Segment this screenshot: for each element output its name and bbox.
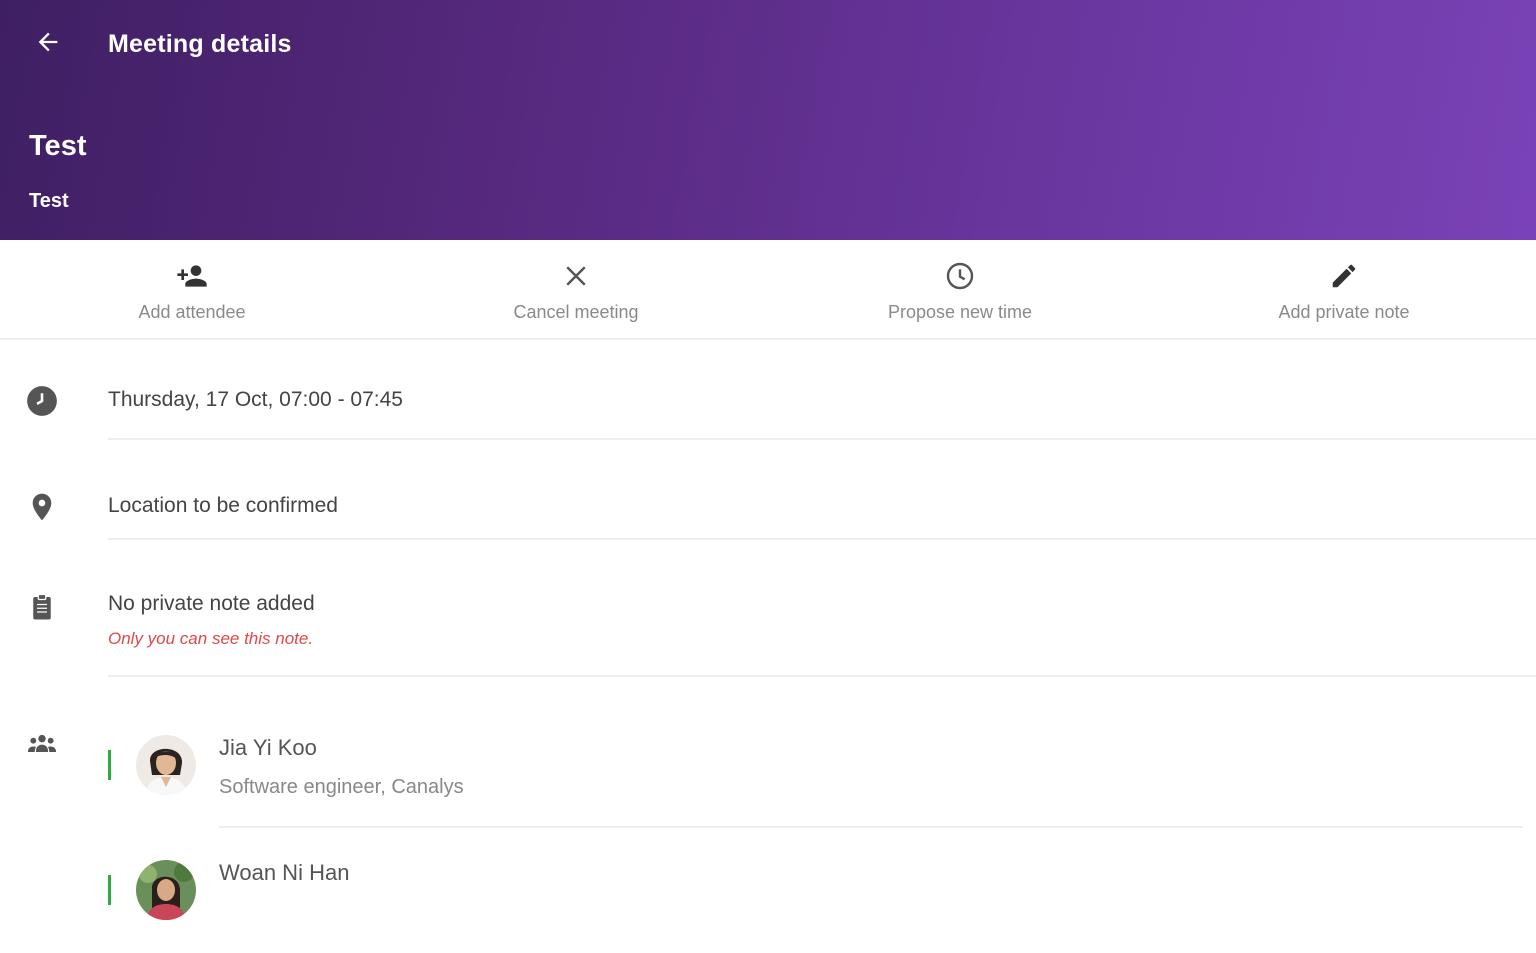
attendee-row[interactable]: Woan Ni Han — [0, 853, 1536, 953]
add-attendee-label: Add attendee — [138, 302, 246, 322]
cancel-meeting-label: Cancel meeting — [513, 302, 639, 322]
back-button[interactable] — [28, 24, 68, 64]
propose-new-time-label: Propose new time — [887, 302, 1033, 322]
meeting-subtitle: Test — [29, 190, 69, 212]
avatar — [136, 735, 196, 795]
add-private-note-button[interactable]: Add private note — [1152, 240, 1536, 338]
private-note-hint: Only you can see this note. — [108, 629, 314, 648]
divider — [108, 675, 1536, 677]
add-person-icon — [176, 260, 208, 292]
clock-filled-icon — [24, 383, 60, 419]
attendee-status-indicator — [108, 875, 111, 905]
cancel-meeting-button[interactable]: Cancel meeting — [384, 240, 768, 338]
action-toolbar: Add attendee Cancel meeting Propose new … — [0, 240, 1536, 340]
arrow-left-icon — [34, 28, 62, 61]
attendee-role: Software engineer, Canalys — [219, 776, 464, 798]
private-note-row[interactable]: No private note added Only you can see t… — [0, 540, 1536, 678]
close-icon — [560, 260, 592, 292]
clipboard-icon — [24, 589, 60, 625]
propose-new-time-button[interactable]: Propose new time — [768, 240, 1152, 338]
add-attendee-button[interactable]: Add attendee — [0, 240, 384, 338]
attendee-name: Jia Yi Koo — [219, 735, 317, 760]
attendee-row[interactable]: Jia Yi Koo Software engineer, Canalys — [0, 728, 1536, 828]
add-private-note-label: Add private note — [1278, 302, 1410, 322]
header-bar: Meeting details Test Test — [0, 0, 1536, 240]
clock-icon — [944, 260, 976, 292]
meeting-title: Test — [29, 130, 87, 162]
avatar — [136, 860, 196, 920]
datetime-row: Thursday, 17 Oct, 07:00 - 07:45 — [0, 340, 1536, 440]
page-title: Meeting details — [108, 30, 292, 58]
private-note-text: No private note added — [108, 592, 315, 615]
meeting-location: Location to be confirmed — [108, 494, 338, 517]
attendee-name: Woan Ni Han — [219, 860, 350, 885]
pencil-icon — [1328, 260, 1360, 292]
attendee-status-indicator — [108, 750, 111, 780]
location-pin-icon — [24, 489, 60, 525]
divider — [219, 826, 1523, 828]
meeting-datetime: Thursday, 17 Oct, 07:00 - 07:45 — [108, 388, 403, 411]
location-row: Location to be confirmed — [0, 440, 1536, 540]
